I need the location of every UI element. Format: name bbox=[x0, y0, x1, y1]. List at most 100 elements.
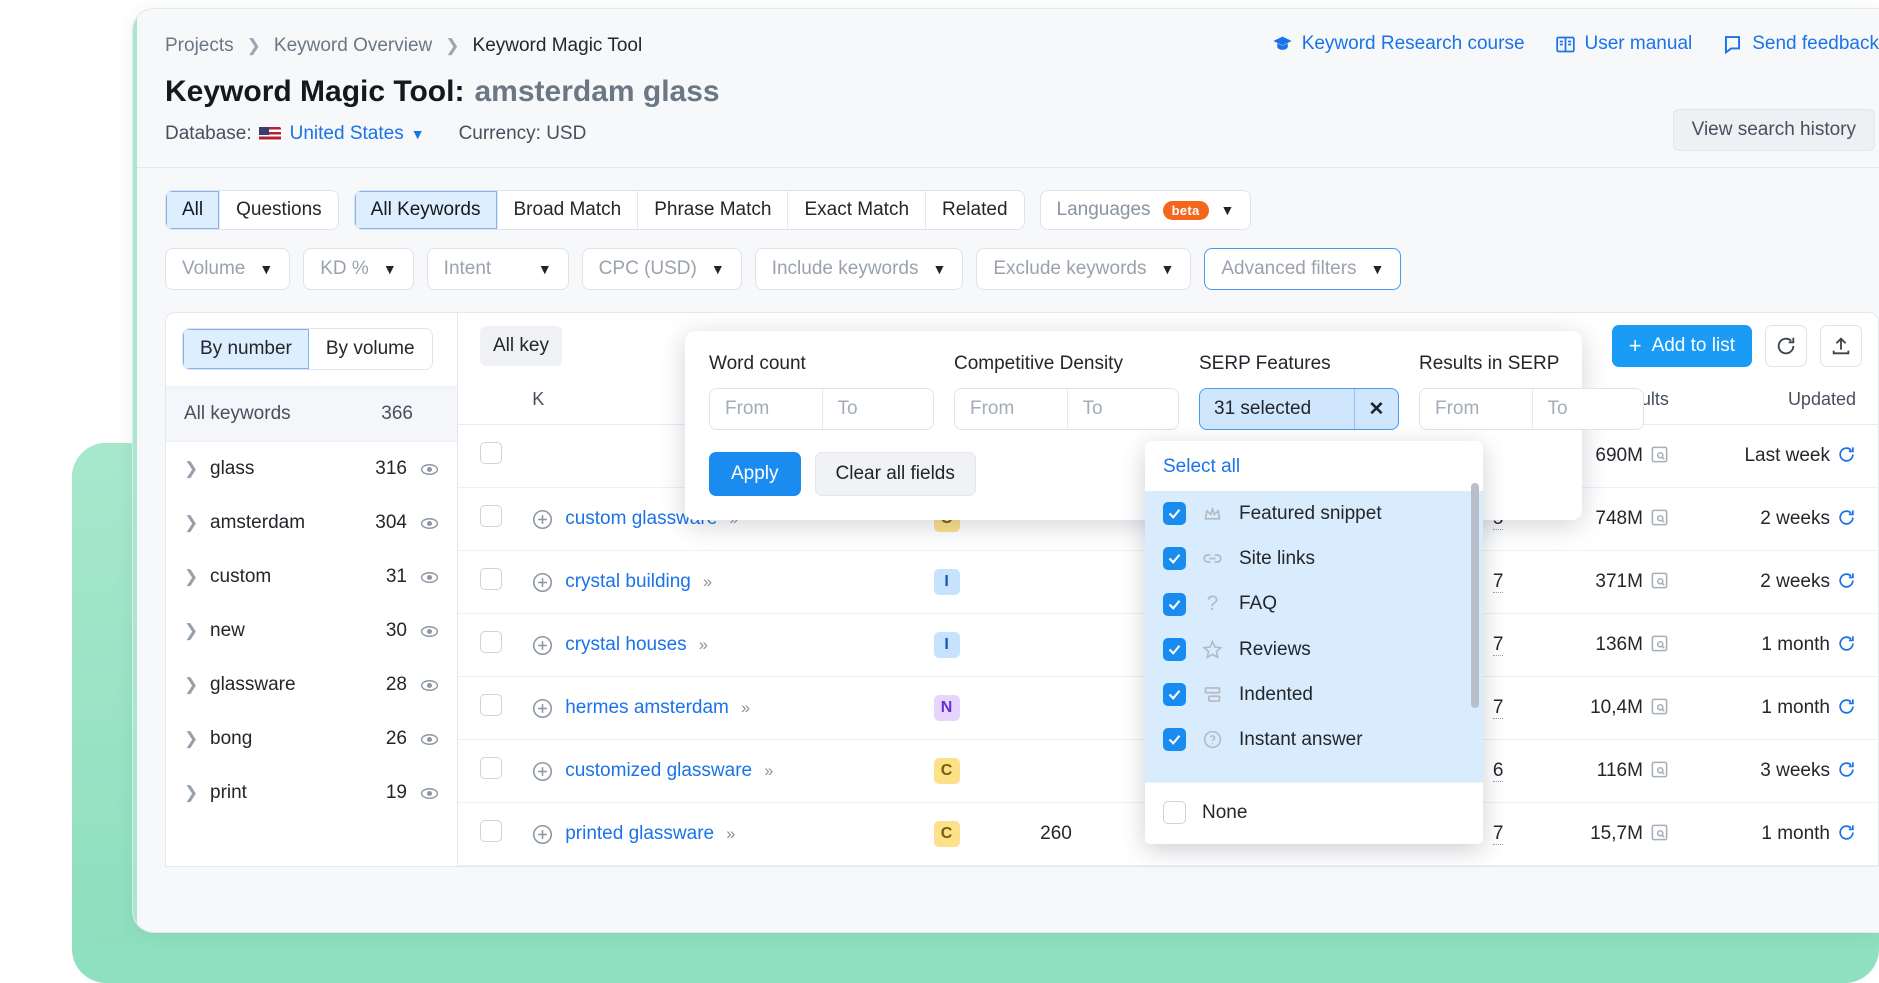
eye-icon[interactable] bbox=[420, 730, 439, 749]
filter-intent[interactable]: Intent ▼ bbox=[426, 248, 569, 290]
database-selector[interactable]: Database: United States ▼ bbox=[165, 123, 425, 145]
expand-keyword-icon[interactable]: ›› bbox=[764, 761, 773, 781]
row-checkbox[interactable] bbox=[480, 820, 502, 842]
filter-kd[interactable]: KD % ▼ bbox=[303, 248, 414, 290]
keyword-research-course-link[interactable]: Keyword Research course bbox=[1272, 33, 1525, 55]
refresh-icon[interactable] bbox=[1837, 445, 1856, 464]
serp-option-checkbox[interactable] bbox=[1163, 728, 1186, 751]
add-keyword-icon[interactable] bbox=[532, 824, 553, 845]
serp-preview-icon[interactable] bbox=[1650, 634, 1669, 653]
tab-all-keywords[interactable]: All Keywords bbox=[354, 191, 498, 229]
row-keyword-link[interactable]: customized glassware bbox=[565, 760, 752, 782]
results-in-serp-from-input[interactable] bbox=[1420, 389, 1532, 429]
all-keywords-chip[interactable]: All key bbox=[480, 326, 562, 366]
expand-keyword-icon[interactable]: ›› bbox=[726, 824, 735, 844]
serp-preview-icon[interactable] bbox=[1650, 445, 1669, 464]
expand-keyword-icon[interactable]: ›› bbox=[703, 572, 712, 592]
intent-badge[interactable]: C bbox=[933, 758, 960, 784]
intent-badge[interactable]: N bbox=[933, 695, 960, 721]
serp-preview-icon[interactable] bbox=[1650, 760, 1669, 779]
serp-option-checkbox[interactable] bbox=[1163, 638, 1186, 661]
row-keyword-link[interactable]: hermes amsterdam bbox=[565, 697, 729, 719]
serp-preview-icon[interactable] bbox=[1650, 823, 1669, 842]
sidebar-all-keywords-row[interactable]: All keywords 366 bbox=[166, 386, 457, 442]
row-keyword-link[interactable]: printed glassware bbox=[565, 823, 714, 845]
serp-option-checkbox[interactable] bbox=[1163, 592, 1186, 616]
serp-option-none[interactable]: None bbox=[1145, 782, 1483, 842]
expand-keyword-icon[interactable]: ›› bbox=[699, 635, 708, 655]
sidebar-item-amsterdam[interactable]: ❯ amsterdam 304 bbox=[166, 496, 457, 550]
send-feedback-link[interactable]: Send feedback bbox=[1722, 33, 1879, 55]
clear-serp-features-icon[interactable]: ✕ bbox=[1354, 389, 1398, 429]
word-count-from-input[interactable] bbox=[710, 389, 822, 429]
row-keyword-link[interactable]: crystal houses bbox=[565, 634, 686, 656]
eye-icon[interactable] bbox=[420, 568, 439, 587]
breadcrumb-item-projects[interactable]: Projects bbox=[165, 35, 234, 57]
sort-by-number-button[interactable]: By number bbox=[183, 329, 309, 369]
intent-badge[interactable]: C bbox=[933, 821, 960, 847]
row-checkbox[interactable] bbox=[480, 505, 502, 527]
results-in-serp-to-input[interactable] bbox=[1531, 389, 1643, 429]
row-checkbox[interactable] bbox=[480, 442, 502, 464]
serp-preview-icon[interactable] bbox=[1650, 571, 1669, 590]
serp-features-select[interactable]: 31 selected ✕ bbox=[1199, 388, 1399, 430]
refresh-button[interactable] bbox=[1765, 325, 1807, 367]
row-sf-value[interactable]: 7 bbox=[1492, 697, 1504, 719]
serp-option-checkbox[interactable] bbox=[1163, 502, 1186, 525]
competitive-density-to-input[interactable] bbox=[1066, 389, 1178, 429]
serp-none-checkbox[interactable] bbox=[1163, 801, 1186, 824]
eye-icon[interactable] bbox=[420, 622, 439, 641]
tab-related[interactable]: Related bbox=[926, 191, 1024, 229]
tab-broad-match[interactable]: Broad Match bbox=[498, 191, 639, 229]
refresh-icon[interactable] bbox=[1837, 697, 1856, 716]
filter-volume[interactable]: Volume ▼ bbox=[165, 248, 291, 290]
apply-button[interactable]: Apply bbox=[709, 452, 801, 496]
sort-by-volume-button[interactable]: By volume bbox=[308, 329, 432, 369]
serp-option-reviews[interactable]: Reviews bbox=[1145, 627, 1483, 672]
row-checkbox[interactable] bbox=[480, 757, 502, 779]
filter-exclude-keywords[interactable]: Exclude keywords ▼ bbox=[976, 248, 1192, 290]
sidebar-item-bong[interactable]: ❯ bong 26 bbox=[166, 712, 457, 766]
refresh-icon[interactable] bbox=[1837, 760, 1856, 779]
th-updated[interactable]: Updated bbox=[1676, 379, 1878, 425]
eye-icon[interactable] bbox=[420, 514, 439, 533]
refresh-icon[interactable] bbox=[1837, 823, 1856, 842]
add-keyword-icon[interactable] bbox=[532, 635, 553, 656]
tab-phrase-match[interactable]: Phrase Match bbox=[638, 191, 789, 229]
row-sf-value[interactable]: 6 bbox=[1492, 760, 1504, 782]
serp-preview-icon[interactable] bbox=[1650, 508, 1669, 527]
row-sf-value[interactable]: 7 bbox=[1492, 571, 1504, 593]
tab-exact-match[interactable]: Exact Match bbox=[788, 191, 927, 229]
filter-advanced-filters[interactable]: Advanced filters ▼ bbox=[1204, 248, 1402, 290]
eye-icon[interactable] bbox=[420, 784, 439, 803]
serp-option-featured-snippet[interactable]: Featured snippet bbox=[1145, 491, 1483, 536]
expand-keyword-icon[interactable]: ›› bbox=[741, 698, 750, 718]
sidebar-item-glassware[interactable]: ❯ glassware 28 bbox=[166, 658, 457, 712]
serp-option-site-links[interactable]: Site links bbox=[1145, 536, 1483, 581]
serp-preview-icon[interactable] bbox=[1650, 697, 1669, 716]
serp-option-checkbox[interactable] bbox=[1163, 547, 1186, 570]
tab-questions[interactable]: Questions bbox=[220, 191, 338, 229]
add-keyword-icon[interactable] bbox=[532, 761, 553, 782]
eye-icon[interactable] bbox=[420, 460, 439, 479]
competitive-density-from-input[interactable] bbox=[955, 389, 1067, 429]
serp-option-checkbox[interactable] bbox=[1163, 683, 1186, 706]
refresh-icon[interactable] bbox=[1837, 508, 1856, 527]
export-button[interactable] bbox=[1820, 325, 1862, 367]
row-keyword-link[interactable]: crystal building bbox=[565, 571, 691, 593]
intent-badge[interactable]: I bbox=[933, 632, 960, 658]
sidebar-item-print[interactable]: ❯ print 19 bbox=[166, 766, 457, 820]
row-checkbox[interactable] bbox=[480, 631, 502, 653]
intent-badge[interactable]: I bbox=[933, 569, 960, 595]
serp-option-faq[interactable]: ? FAQ bbox=[1145, 581, 1483, 627]
refresh-icon[interactable] bbox=[1837, 634, 1856, 653]
refresh-icon[interactable] bbox=[1837, 571, 1856, 590]
word-count-to-input[interactable] bbox=[821, 389, 933, 429]
breadcrumb-item-keyword-overview[interactable]: Keyword Overview bbox=[274, 35, 432, 57]
user-manual-link[interactable]: User manual bbox=[1555, 33, 1692, 55]
add-keyword-icon[interactable] bbox=[532, 698, 553, 719]
row-sf-value[interactable]: 7 bbox=[1492, 634, 1504, 656]
sidebar-item-glass[interactable]: ❯ glass 316 bbox=[166, 442, 457, 496]
dropdown-scrollbar[interactable] bbox=[1471, 483, 1479, 708]
sidebar-item-custom[interactable]: ❯ custom 31 bbox=[166, 550, 457, 604]
